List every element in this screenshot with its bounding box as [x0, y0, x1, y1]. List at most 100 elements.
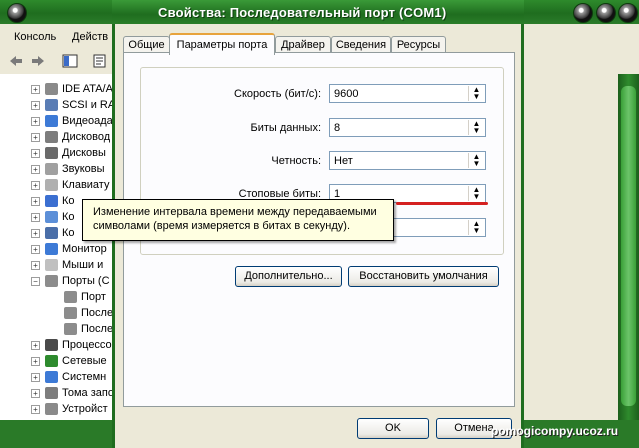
- expand-icon[interactable]: +: [31, 405, 40, 414]
- data-bits-label: Биты данных:: [250, 122, 321, 134]
- maximize-icon[interactable]: [596, 3, 616, 23]
- expand-icon[interactable]: +: [31, 85, 40, 94]
- tree-item[interactable]: + Видеоада: [31, 114, 116, 130]
- expand-icon[interactable]: +: [31, 165, 40, 174]
- tree-child-item[interactable]: После: [50, 322, 116, 338]
- tree-item[interactable]: + Сетевые: [31, 354, 116, 370]
- device-icon: [45, 211, 58, 223]
- tree-item-label: Порты (C: [62, 275, 110, 287]
- tree-item-label: IDE ATA/A: [62, 83, 113, 95]
- tree-item-label: Клавиату: [62, 179, 110, 191]
- expand-icon[interactable]: +: [31, 389, 40, 398]
- collapse-icon[interactable]: −: [31, 277, 40, 286]
- expand-icon[interactable]: +: [31, 373, 40, 382]
- tooltip: Изменение интервала времени между переда…: [82, 199, 394, 241]
- expand-icon[interactable]: +: [31, 117, 40, 126]
- tree-item[interactable]: + Клавиату: [31, 178, 116, 194]
- tree-item-label: Монитор: [62, 243, 107, 255]
- expand-icon[interactable]: +: [31, 101, 40, 110]
- tree-item-label: Мыши и: [62, 259, 104, 271]
- tree-item-label: Системн: [62, 371, 107, 383]
- baud-rate-value: 9600: [334, 88, 359, 100]
- tree-item[interactable]: + Устройст: [31, 402, 116, 418]
- expand-icon[interactable]: +: [31, 197, 40, 206]
- device-icon: [45, 259, 58, 271]
- dialog-title: Свойства: Последовательный порт (COM1): [158, 5, 447, 20]
- properties-icon[interactable]: [92, 54, 108, 68]
- tree-item-label: Видеоада: [62, 115, 113, 127]
- dropdown-arrow-icon[interactable]: ▲ ▼: [468, 86, 484, 101]
- tree-item[interactable]: + Дисковод: [31, 130, 116, 146]
- close-icon[interactable]: [618, 3, 638, 23]
- data-bits-select[interactable]: 8 ▲ ▼: [329, 118, 486, 137]
- tree-item-label: Ко: [62, 195, 75, 207]
- baud-rate-select[interactable]: 9600 ▲ ▼: [329, 84, 486, 103]
- tree-item-label: Ко: [62, 211, 75, 223]
- tree-item[interactable]: + Процессо: [31, 338, 116, 354]
- device-icon: [64, 307, 77, 319]
- dropdown-arrow-icon[interactable]: ▲ ▼: [468, 120, 484, 135]
- device-icon: [45, 243, 58, 255]
- device-icon: [45, 83, 58, 95]
- tree-item[interactable]: + Системн: [31, 370, 116, 386]
- tree-item[interactable]: + Звуковы: [31, 162, 116, 178]
- parity-select[interactable]: Нет ▲ ▼: [329, 151, 486, 170]
- parity-value: Нет: [334, 155, 353, 167]
- device-tree: + IDE ATA/A + SCSI и RA + Видеоада + Дисковод + Д…: [0, 74, 117, 420]
- show-hide-tree-icon[interactable]: [62, 54, 78, 68]
- expand-icon[interactable]: +: [31, 133, 40, 142]
- back-arrow-icon[interactable]: [8, 54, 24, 68]
- expand-icon[interactable]: +: [31, 341, 40, 350]
- expand-icon[interactable]: +: [31, 213, 40, 222]
- device-icon: [45, 227, 58, 239]
- device-icon: [45, 339, 58, 351]
- tree-item-label: SCSI и RA: [62, 99, 116, 111]
- tree-item-label: Сетевые: [62, 355, 107, 367]
- tab-details[interactable]: Сведения: [331, 36, 391, 53]
- expand-icon[interactable]: +: [31, 181, 40, 190]
- tree-child-item[interactable]: Порт: [50, 290, 116, 306]
- tree-item[interactable]: + Дисковы: [31, 146, 116, 162]
- restore-defaults-button[interactable]: Восстановить умолчания: [348, 266, 499, 287]
- menu-item-action[interactable]: Действ: [72, 31, 108, 43]
- forward-arrow-icon[interactable]: [30, 54, 46, 68]
- ok-button[interactable]: OK: [357, 418, 429, 439]
- device-icon: [45, 403, 58, 415]
- tree-item[interactable]: − Порты (C: [31, 274, 116, 290]
- tab-driver[interactable]: Драйвер: [275, 36, 331, 53]
- device-icon: [64, 323, 77, 335]
- tree-item[interactable]: + Тома запо: [31, 386, 116, 402]
- minimize-icon[interactable]: [573, 3, 593, 23]
- dropdown-arrow-icon[interactable]: ▲ ▼: [468, 186, 484, 201]
- tree-item-label: После: [81, 323, 114, 335]
- dialog-titlebar: Свойства: Последовательный порт (COM1): [112, 0, 524, 24]
- window-menu-icon[interactable]: [7, 3, 27, 23]
- tree-item-label: Звуковы: [62, 163, 105, 175]
- tab-general[interactable]: Общие: [123, 36, 170, 53]
- expand-icon[interactable]: +: [31, 149, 40, 158]
- device-icon: [45, 387, 58, 399]
- tree-item-label: Устройст: [62, 403, 108, 415]
- menu-item-console[interactable]: Консоль: [14, 31, 56, 43]
- highlight-underline: [396, 202, 488, 205]
- expand-icon[interactable]: +: [31, 261, 40, 270]
- tree-item-label: Порт: [81, 291, 106, 303]
- device-icon: [45, 163, 58, 175]
- expand-icon[interactable]: +: [31, 357, 40, 366]
- tree-item[interactable]: + Монитор: [31, 242, 116, 258]
- expand-icon[interactable]: +: [31, 245, 40, 254]
- expand-icon[interactable]: +: [31, 229, 40, 238]
- dropdown-arrow-icon[interactable]: ▲ ▼: [468, 153, 484, 168]
- tree-child-item[interactable]: После: [50, 306, 116, 322]
- tree-item[interactable]: + IDE ATA/A: [31, 82, 116, 98]
- dropdown-arrow-icon[interactable]: ▲ ▼: [468, 220, 484, 235]
- tab-resources[interactable]: Ресурсы: [391, 36, 446, 53]
- tree-item[interactable]: + SCSI и RA: [31, 98, 116, 114]
- vertical-scrollbar[interactable]: [618, 74, 639, 420]
- site-watermark: pomogicompy.ucoz.ru: [491, 424, 619, 438]
- tree-item[interactable]: + Мыши и: [31, 258, 116, 274]
- scrollbar-thumb[interactable]: [621, 86, 636, 406]
- tab-port-settings[interactable]: Параметры порта: [169, 33, 275, 55]
- advanced-button[interactable]: Дополнительно...: [235, 266, 342, 287]
- tree-item-label: Ко: [62, 227, 75, 239]
